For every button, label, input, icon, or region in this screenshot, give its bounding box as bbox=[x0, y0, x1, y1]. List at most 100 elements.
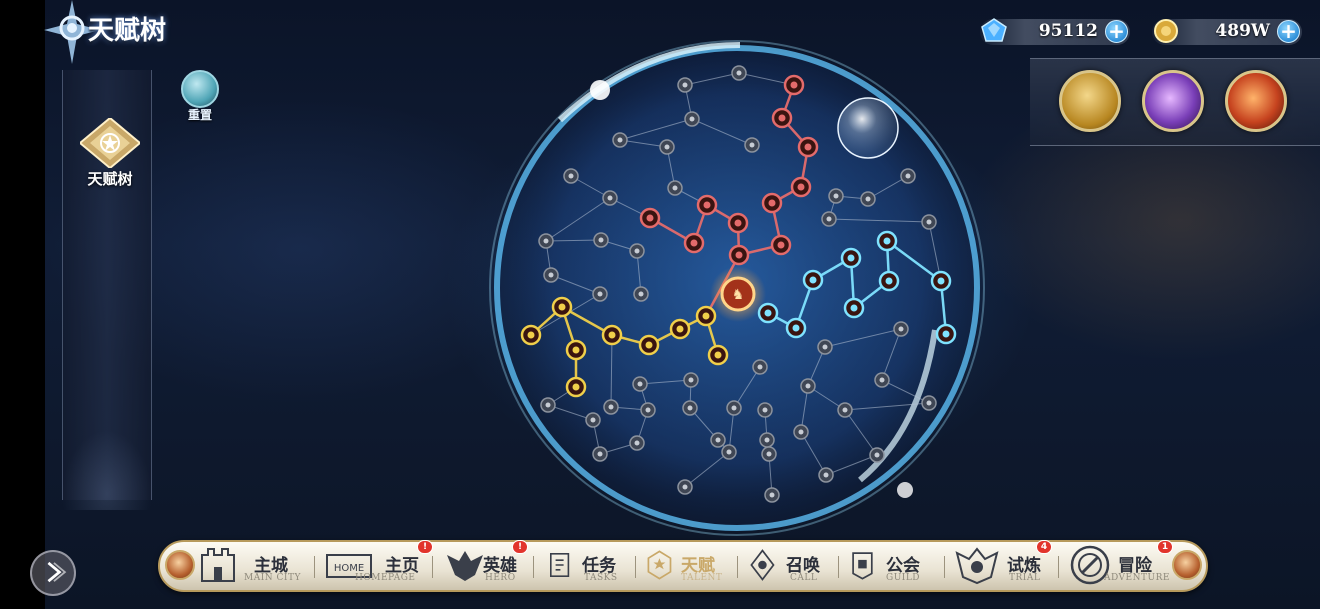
reset-icon bbox=[181, 70, 219, 108]
talent-node-glyph bbox=[823, 472, 829, 478]
talent-node-glyph bbox=[715, 437, 721, 443]
sparkle bbox=[897, 482, 913, 498]
hero-wings-icon bbox=[447, 551, 483, 581]
talent-node-glyph bbox=[735, 251, 743, 259]
talent-star-icon bbox=[647, 550, 672, 580]
sidebar-tab-label: 天赋树 bbox=[87, 170, 133, 188]
talent-node-glyph bbox=[905, 173, 911, 179]
talent-node-glyph bbox=[617, 137, 623, 143]
talent-node-glyph bbox=[568, 173, 574, 179]
nav-sublabel: CALL bbox=[790, 573, 818, 583]
nav-talent[interactable]: 天赋 TALENT bbox=[645, 541, 725, 591]
talent-node-glyph bbox=[637, 381, 643, 387]
skill-purple-skull-icon[interactable] bbox=[1142, 70, 1204, 132]
nav-sublabel: GUILD bbox=[886, 573, 921, 583]
talent-node-glyph bbox=[726, 449, 732, 455]
talent-node-glyph bbox=[777, 241, 785, 249]
talent-node-glyph bbox=[687, 405, 693, 411]
nav-main-city[interactable]: 主城 MAIN CITY bbox=[198, 541, 308, 591]
side-rail-ornament bbox=[62, 430, 152, 510]
gold-counter: 489W + bbox=[1152, 19, 1302, 45]
nav-homepage[interactable]: HOME 主页 HOMEPAGE bbox=[325, 541, 425, 591]
talent-node-glyph bbox=[672, 185, 678, 191]
talent-node-glyph bbox=[688, 377, 694, 383]
sparkle bbox=[590, 80, 610, 100]
talent-node-glyph bbox=[548, 272, 554, 278]
talent-node-glyph bbox=[682, 82, 688, 88]
talent-node-glyph bbox=[826, 216, 832, 222]
talent-node-glyph bbox=[572, 346, 580, 354]
talent-tree-emblem-icon bbox=[80, 118, 140, 168]
nav-sublabel: TASKS bbox=[584, 573, 618, 583]
nav-sublabel: HERO bbox=[485, 573, 516, 583]
nav-adventure[interactable]: 冒险 ADVENTURE bbox=[1068, 541, 1169, 591]
talent-node-glyph bbox=[572, 383, 580, 391]
nav-bar-left-cap bbox=[165, 550, 195, 580]
talent-node-glyph bbox=[769, 492, 775, 498]
nav-separator bbox=[944, 556, 945, 578]
reset-button[interactable]: 重置 bbox=[177, 68, 225, 124]
talent-node-glyph bbox=[598, 237, 604, 243]
talent-node-glyph bbox=[926, 219, 932, 225]
nav-separator bbox=[1058, 556, 1059, 578]
talent-node-glyph bbox=[645, 407, 651, 413]
add-gold-button[interactable]: + bbox=[1277, 20, 1300, 43]
talent-node-glyph bbox=[778, 114, 786, 122]
talent-node-glyph bbox=[608, 404, 614, 410]
talent-node-glyph bbox=[842, 407, 848, 413]
talent-node-glyph bbox=[664, 144, 670, 150]
talent-node-glyph bbox=[638, 291, 644, 297]
talent-node-glyph bbox=[804, 143, 812, 151]
nav-tasks[interactable]: 任务 TASKS bbox=[546, 541, 626, 591]
gold-coin-icon bbox=[1154, 19, 1178, 43]
nav-separator bbox=[533, 556, 534, 578]
talent-node-glyph bbox=[558, 303, 566, 311]
talent-node-glyph bbox=[766, 451, 772, 457]
talent-node-glyph bbox=[833, 193, 839, 199]
chevron-right-icon bbox=[47, 561, 67, 583]
talent-node-glyph bbox=[676, 325, 684, 333]
talent-node-glyph bbox=[634, 440, 640, 446]
talent-node-glyph bbox=[926, 400, 932, 406]
gem-counter: 95112 + bbox=[980, 18, 1130, 45]
nav-sublabel: TALENT bbox=[681, 573, 723, 583]
back-button[interactable] bbox=[30, 550, 76, 596]
talent-node-glyph bbox=[822, 344, 828, 350]
talent-node-glyph bbox=[689, 116, 695, 122]
notification-badge: ! bbox=[512, 540, 528, 554]
talent-node-glyph bbox=[797, 183, 805, 191]
sidebar-tab-talent-tree[interactable]: 天赋树 bbox=[70, 118, 150, 190]
talent-node-glyph bbox=[762, 407, 768, 413]
game-background: ♞ 天赋树 天赋树 重置 95112 + 489W + 主城 MAIN CITY… bbox=[0, 0, 1320, 609]
talent-node-glyph bbox=[646, 214, 654, 222]
talent-node-glyph bbox=[885, 277, 893, 285]
talent-node-glyph bbox=[764, 437, 770, 443]
trial-crest-icon bbox=[955, 547, 999, 585]
talent-node-glyph bbox=[764, 309, 772, 317]
talent-node-glyph bbox=[847, 254, 855, 262]
page-title: 天赋树 bbox=[88, 16, 167, 46]
nav-guild[interactable]: 公会 GUILD bbox=[848, 541, 938, 591]
talent-node-glyph bbox=[898, 326, 904, 332]
gem-amount: 95112 bbox=[1038, 21, 1098, 41]
skill-fire-slash-icon[interactable] bbox=[1225, 70, 1287, 132]
talent-node-glyph bbox=[792, 324, 800, 332]
nav-call[interactable]: 召唤 CALL bbox=[748, 541, 838, 591]
skill-golden-tree-icon[interactable] bbox=[1059, 70, 1121, 132]
talent-node-glyph bbox=[597, 451, 603, 457]
core-horse-icon: ♞ bbox=[732, 287, 745, 303]
notification-badge: 1 bbox=[1157, 540, 1173, 554]
add-gems-button[interactable]: + bbox=[1105, 20, 1128, 43]
talent-node-glyph bbox=[645, 341, 653, 349]
talent-node-glyph bbox=[879, 377, 885, 383]
talent-node-glyph bbox=[937, 277, 945, 285]
talent-node-glyph bbox=[590, 417, 596, 423]
nav-sublabel: TRIAL bbox=[1009, 573, 1041, 583]
nav-separator bbox=[737, 556, 738, 578]
talent-node-glyph bbox=[736, 70, 742, 76]
talent-node-glyph bbox=[749, 142, 755, 148]
talent-node-glyph bbox=[865, 196, 871, 202]
talent-node-glyph bbox=[768, 199, 776, 207]
nav-separator bbox=[432, 556, 433, 578]
guild-banner-icon bbox=[852, 552, 873, 580]
